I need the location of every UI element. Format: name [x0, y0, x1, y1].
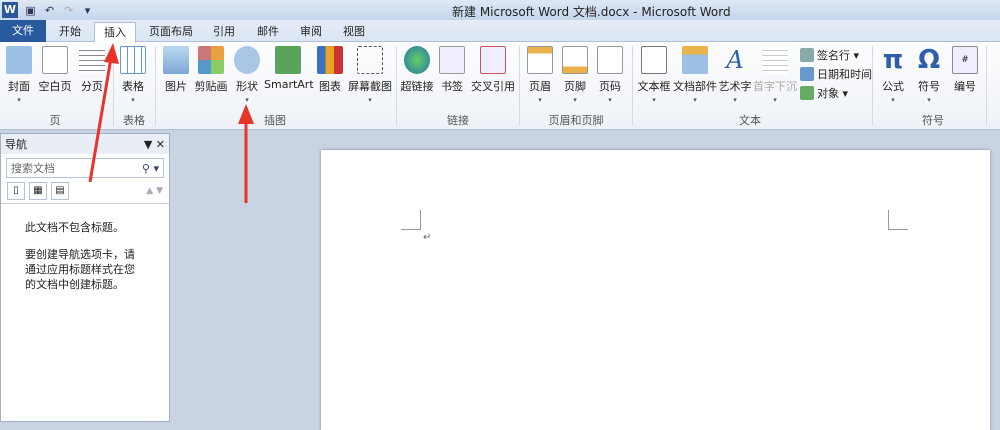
header-icon: [527, 46, 553, 74]
save-icon[interactable]: ▣: [24, 4, 37, 17]
page-number-icon: [597, 46, 623, 74]
symbol-button[interactable]: Ω 符号 ▾: [914, 46, 944, 104]
screenshot-icon: [357, 46, 383, 74]
create-headings-hint: 要创建导航选项卡，请通过应用标题样式在您的文档中创建标题。: [25, 248, 135, 291]
cross-reference-button[interactable]: 交叉引用: [469, 46, 517, 94]
cover-page-button[interactable]: 封面 ▾: [4, 46, 34, 104]
number-icon: #: [952, 46, 978, 74]
text-box-button[interactable]: 文本框 ▾: [636, 46, 672, 104]
blank-page-icon: [42, 46, 68, 74]
group-label-header-footer: 页眉和页脚: [548, 114, 604, 127]
margin-corner-mark: [401, 210, 421, 230]
table-icon: [120, 46, 146, 74]
results-view-icon[interactable]: ▤: [51, 182, 69, 200]
tab-mailings[interactable]: 邮件: [248, 22, 288, 42]
quick-access-toolbar: W ▣ ↶ ↷ ▾: [2, 2, 94, 18]
headings-view-icon[interactable]: ▯: [7, 182, 25, 200]
signature-line-button[interactable]: 签名行 ▾: [800, 47, 859, 63]
wordart-icon: A: [726, 46, 744, 74]
window-title: 新建 Microsoft Word 文档.docx - Microsoft Wo…: [452, 5, 731, 19]
group-label-tables: 表格: [123, 114, 145, 127]
shapes-icon: [234, 46, 260, 74]
group-label-symbols: 符号: [922, 114, 944, 127]
picture-button[interactable]: 图片: [160, 46, 192, 94]
page-break-icon: [79, 46, 105, 74]
screenshot-button[interactable]: 屏幕截图 ▾: [347, 46, 393, 104]
numbering-button[interactable]: # 编号: [950, 46, 980, 94]
group-label-text: 文本: [739, 114, 761, 127]
search-icon[interactable]: ⚲ ▾: [142, 162, 159, 175]
hyperlink-button[interactable]: 超链接: [399, 46, 435, 94]
tab-insert[interactable]: 插入: [94, 22, 136, 43]
bookmark-icon: [439, 46, 465, 74]
group-label-illustrations: 插图: [264, 114, 286, 127]
customize-toolbar-icon[interactable]: ▾: [81, 4, 94, 17]
ribbon: 封面 ▾ 空白页 分页 表格 ▾ 图片 剪贴画 形状 ▾ SmartArt 图表 屏幕…: [0, 42, 1000, 130]
header-button[interactable]: 页眉 ▾: [526, 46, 554, 104]
page-number-button[interactable]: 页码 ▾: [596, 46, 624, 104]
signature-icon: [800, 48, 814, 62]
undo-icon[interactable]: ↶: [43, 4, 56, 17]
page-break-button[interactable]: 分页: [77, 46, 107, 94]
quick-parts-button[interactable]: 文档部件 ▾: [673, 46, 717, 104]
calendar-icon: [800, 67, 814, 81]
cover-page-icon: [6, 46, 32, 74]
bookmark-button[interactable]: 书签: [438, 46, 466, 94]
hyperlink-icon: [404, 46, 430, 74]
drop-cap-icon: [762, 46, 788, 74]
title-bar: W ▣ ↶ ↷ ▾ 新建 Microsoft Word 文档.docx - Mi…: [0, 0, 1000, 20]
footer-button[interactable]: 页脚 ▾: [561, 46, 589, 104]
document-page[interactable]: ↵: [321, 150, 990, 430]
text-box-icon: [641, 46, 667, 74]
chart-button[interactable]: 图表: [315, 46, 345, 94]
pi-icon: π: [882, 45, 904, 75]
tab-page-layout[interactable]: 页面布局: [140, 22, 202, 42]
smartart-icon: [275, 46, 301, 74]
pages-view-icon[interactable]: ▦: [29, 182, 47, 200]
omega-icon: Ω: [917, 45, 941, 75]
close-icon[interactable]: ✕: [156, 138, 165, 151]
drop-cap-button[interactable]: 首字下沉 ▾: [753, 46, 797, 104]
tab-references[interactable]: 引用: [204, 22, 244, 42]
shapes-button[interactable]: 形状 ▾: [232, 46, 262, 104]
cross-reference-icon: [480, 46, 506, 74]
blank-page-button[interactable]: 空白页: [36, 46, 74, 94]
footer-icon: [562, 46, 588, 74]
smartart-button[interactable]: SmartArt: [264, 46, 314, 91]
object-icon: [800, 86, 814, 100]
tab-home[interactable]: 开始: [50, 22, 90, 42]
clip-art-icon: [198, 46, 224, 74]
date-time-button[interactable]: 日期和时间: [800, 66, 872, 82]
nav-menu-icon[interactable]: ▼: [144, 138, 152, 151]
clip-art-button[interactable]: 剪贴画: [194, 46, 228, 94]
navigation-pane: 导航 ▼ ✕ 搜索文档 ⚲ ▾ ▯ ▦ ▤ ▲ ▼ 此文档不包含标题。 要创建导…: [0, 133, 170, 422]
group-label-pages: 页: [49, 114, 61, 127]
table-button[interactable]: 表格 ▾: [118, 46, 148, 104]
prev-next-icon[interactable]: ▲ ▼: [146, 186, 163, 196]
nav-header: 导航 ▼ ✕: [1, 134, 169, 154]
nav-view-tabs: ▯ ▦ ▤ ▲ ▼: [7, 182, 163, 200]
equation-button[interactable]: π 公式 ▾: [878, 46, 908, 104]
word-logo-icon: W: [2, 2, 18, 18]
nav-title: 导航: [5, 138, 27, 151]
group-label-links: 链接: [447, 114, 469, 127]
chart-icon: [317, 46, 343, 74]
margin-corner-mark: [888, 210, 908, 230]
nav-content: 此文档不包含标题。 要创建导航选项卡，请通过应用标题样式在您的文档中创建标题。: [1, 203, 169, 308]
tab-view[interactable]: 视图: [334, 22, 374, 42]
picture-icon: [163, 46, 189, 74]
paragraph-mark: ↵: [423, 232, 432, 243]
object-button[interactable]: 对象 ▾: [800, 85, 848, 101]
search-input[interactable]: 搜索文档 ⚲ ▾: [6, 158, 164, 178]
quick-parts-icon: [682, 46, 708, 74]
tab-review[interactable]: 审阅: [291, 22, 331, 42]
no-headings-message: 此文档不包含标题。: [25, 221, 124, 234]
tab-file[interactable]: 文件: [0, 20, 46, 42]
redo-icon[interactable]: ↷: [62, 4, 75, 17]
ribbon-tabs: 文件 开始 插入 页面布局 引用 邮件 审阅 视图: [0, 20, 1000, 43]
wordart-button[interactable]: A 艺术字 ▾: [718, 46, 752, 104]
